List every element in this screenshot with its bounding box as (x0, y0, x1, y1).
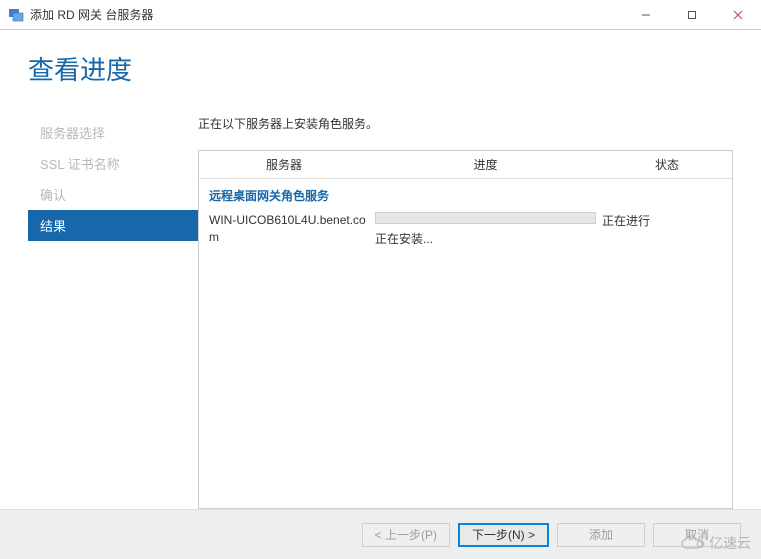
prev-button[interactable]: < 上一步(P) (362, 523, 450, 547)
next-button[interactable]: 下一步(N) > (458, 523, 549, 547)
window-title: 添加 RD 网关 台服务器 (30, 6, 623, 23)
page-heading: 查看进度 (28, 50, 733, 87)
status-text: 正在进行 (602, 212, 722, 229)
section-title: 远程桌面网关角色服务 (199, 179, 732, 208)
maximize-button[interactable] (669, 0, 715, 29)
progress-text: 正在安装... (375, 230, 596, 247)
panel-wrap: 正在以下服务器上安装角色服务。 服务器 进度 状态 远程桌面网关角色服务 WIN… (198, 115, 733, 509)
step-confirm: 确认 (28, 179, 198, 210)
step-ssl-cert: SSL 证书名称 (28, 148, 198, 179)
minimize-button[interactable] (623, 0, 669, 29)
col-header-status: 状态 (602, 156, 732, 173)
col-header-server: 服务器 (199, 156, 369, 173)
cancel-button[interactable]: 取消 (653, 523, 741, 547)
table-row: WIN-UICOB610L4U.benet.com 正在安装... 正在进行 (199, 208, 732, 251)
col-header-progress: 进度 (369, 156, 602, 173)
step-results: 结果 (28, 210, 198, 241)
server-name: WIN-UICOB610L4U.benet.com (209, 212, 369, 246)
app-icon (8, 7, 24, 23)
wizard-steps: 服务器选择 SSL 证书名称 确认 结果 (28, 115, 198, 509)
content-row: 服务器选择 SSL 证书名称 确认 结果 正在以下服务器上安装角色服务。 服务器… (28, 115, 733, 509)
progress-bar (375, 212, 596, 224)
main-content: 查看进度 服务器选择 SSL 证书名称 确认 结果 正在以下服务器上安装角色服务… (0, 30, 761, 509)
results-panel: 服务器 进度 状态 远程桌面网关角色服务 WIN-UICOB610L4U.ben… (198, 150, 733, 509)
titlebar: 添加 RD 网关 台服务器 (0, 0, 761, 30)
window-controls (623, 0, 761, 29)
panel-intro: 正在以下服务器上安装角色服务。 (198, 115, 733, 132)
step-server-select: 服务器选择 (28, 117, 198, 148)
bottom-bar: < 上一步(P) 下一步(N) > 添加 取消 (0, 509, 761, 559)
progress-cell: 正在安装... (369, 212, 602, 247)
add-button[interactable]: 添加 (557, 523, 645, 547)
table-header: 服务器 进度 状态 (199, 151, 732, 179)
close-button[interactable] (715, 0, 761, 29)
